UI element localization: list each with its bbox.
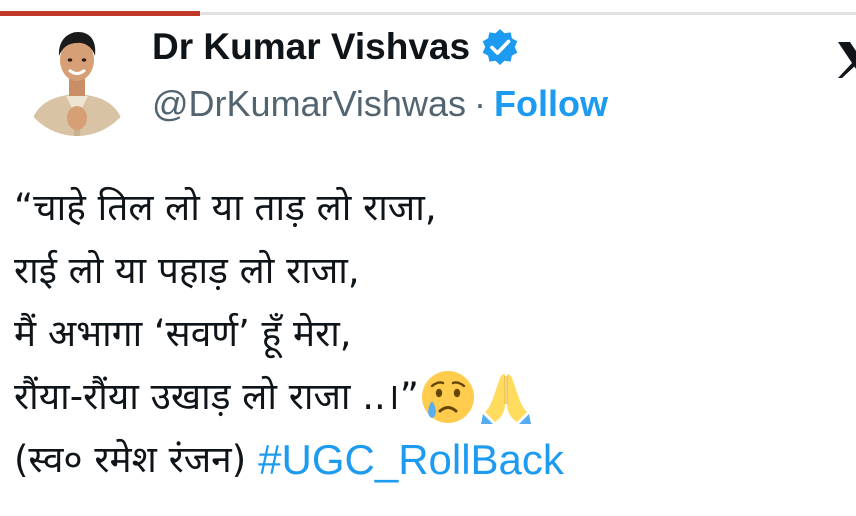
tweet-line-3-text: मैं अभागा ‘सवर्ण’ हूँ मेरा,: [14, 312, 352, 355]
tweet-line-1: “चाहे तिल लो या ताड़ लो राजा,: [14, 176, 844, 239]
tweet-line-5: (स्व० रमेश रंजन) #UGC_RollBack: [14, 428, 844, 491]
tweet-text: “चाहे तिल लो या ताड़ लो राजा, राई लो या …: [14, 176, 844, 491]
tweet-line-4: रौंया-रौंया उखाड़ लो राजा ..।”: [14, 365, 844, 428]
progress-fill: [0, 11, 200, 16]
x-logo-icon[interactable]: [834, 38, 856, 82]
tweet-line-4-text: रौंया-रौंया उखाड़ लो राजा ..।”: [14, 375, 419, 418]
separator-dot: ·: [473, 83, 486, 124]
tweet-line-1-text: “चाहे तिल लो या ताड़ लो राजा,: [14, 186, 437, 229]
tweet-author: Dr Kumar Vishvas @DrKumarVishwas · Follo…: [152, 22, 608, 130]
author-handle[interactable]: @DrKumarVishwas: [152, 83, 466, 125]
progress-track: [200, 12, 856, 15]
avatar-image: [18, 18, 136, 136]
author-handle-row: @DrKumarVishwas · Follow: [152, 78, 608, 130]
folded-hands-emoji-icon: [477, 368, 535, 426]
crying-face-emoji-icon: [419, 368, 477, 426]
tweet-line-2: राई लो या पहाड़ लो राजा,: [14, 239, 844, 302]
tweet-line-2-text: राई लो या पहाड़ लो राजा,: [14, 249, 360, 292]
tweet-attribution: (स्व० रमेश रंजन): [14, 438, 247, 481]
follow-button[interactable]: Follow: [494, 83, 608, 125]
author-name-row: Dr Kumar Vishvas: [152, 22, 608, 72]
verified-badge-icon: [480, 27, 520, 67]
tweet-line-3: मैं अभागा ‘सवर्ण’ हूँ मेरा,: [14, 302, 844, 365]
top-progress-bar: [0, 0, 856, 18]
avatar[interactable]: [18, 18, 136, 136]
hashtag-link[interactable]: #UGC_RollBack: [258, 428, 564, 491]
author-name[interactable]: Dr Kumar Vishvas: [152, 26, 470, 68]
